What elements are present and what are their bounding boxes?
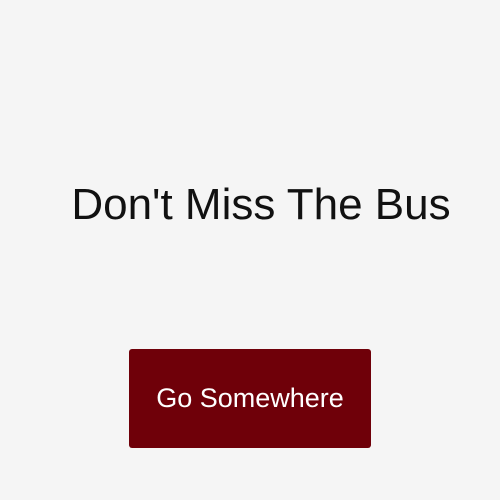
go-somewhere-button[interactable]: Go Somewhere bbox=[129, 349, 371, 448]
hero-headline: Don't Miss The Bus bbox=[71, 180, 451, 229]
page: Don't Miss The Bus Go Somewhere bbox=[0, 0, 500, 500]
